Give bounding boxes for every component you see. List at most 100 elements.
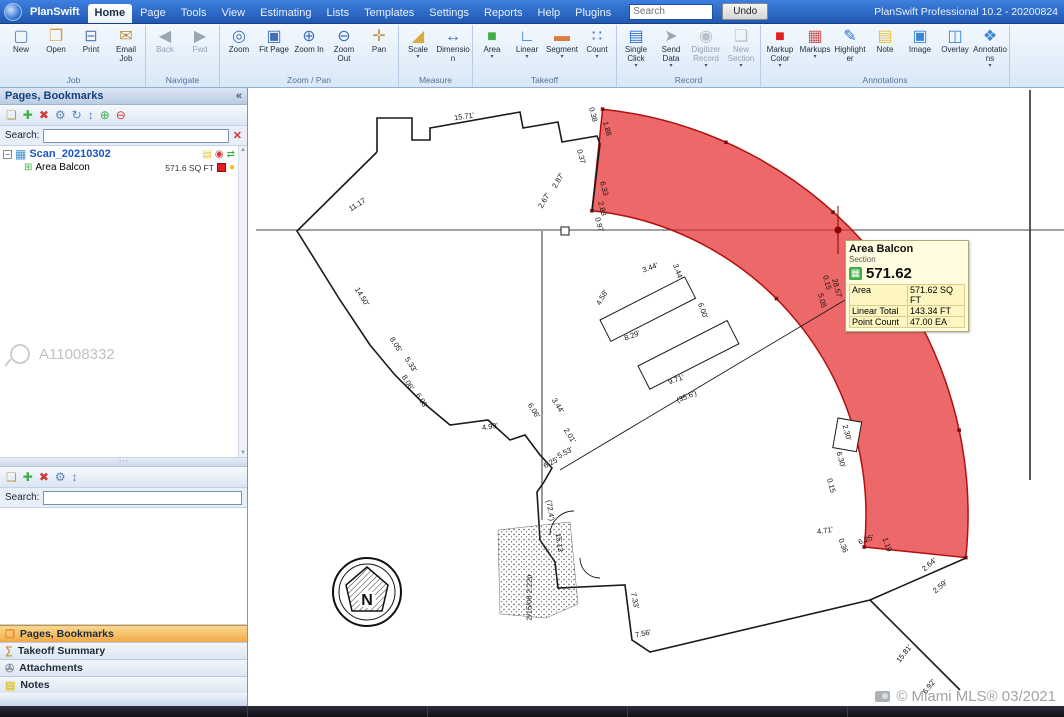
accordion-pages-bookmarks[interactable]: ❐Pages, Bookmarks (0, 625, 247, 642)
tab-plugins[interactable]: Plugins (568, 4, 618, 23)
single-click-button[interactable]: ▤Single Click▾ (619, 25, 653, 69)
sheet-icon[interactable]: ▤ (202, 149, 211, 160)
clear-search-icon[interactable]: ✕ (233, 129, 242, 142)
chevron-down-icon: ▾ (560, 55, 563, 60)
markup-color-button[interactable]: ■Markup Color▾ (763, 25, 797, 69)
sort-icon[interactable]: ↕ (72, 471, 78, 483)
app-menu-planswift[interactable]: PlanSwift (25, 6, 85, 18)
tab-tools[interactable]: Tools (174, 4, 214, 23)
tab-templates[interactable]: Templates (357, 4, 421, 23)
tab-reports[interactable]: Reports (477, 4, 530, 23)
tab-home[interactable]: Home (88, 4, 133, 23)
open-button[interactable]: ❐Open (39, 25, 73, 55)
pages-search-input[interactable] (43, 129, 228, 143)
note-button[interactable]: ▤Note (868, 25, 902, 55)
ribbon-group-label: Takeoff (475, 74, 614, 87)
new-section-label: New Section (724, 46, 758, 64)
new-button[interactable]: ▢New (4, 25, 38, 55)
plan-canvas[interactable]: N 15.71'0.380.371.886.332.830.972.87'2.6… (248, 88, 1064, 706)
delete-icon[interactable]: ✖ (39, 471, 49, 483)
markups-icon: ▦ (807, 27, 822, 46)
highlighter-button[interactable]: ✎Highlighter (833, 25, 867, 64)
tab-lists[interactable]: Lists (319, 4, 356, 23)
image-button[interactable]: ▣Image (903, 25, 937, 55)
status-bar (0, 706, 1064, 717)
email-job-button[interactable]: ✉Email Job (109, 25, 143, 64)
single-click-icon: ▤ (628, 27, 643, 46)
tree-row-area-balcon[interactable]: ⊞ Area Balcon 571.6 SQ FT ● (0, 161, 247, 174)
sort-icon[interactable]: ↕ (88, 109, 94, 121)
tooltip-row-value: 571.62 SQ FT (908, 285, 964, 305)
attachments-icon: ✇ (5, 662, 14, 675)
annotations-button[interactable]: ❖Annotations▾ (973, 25, 1007, 69)
new-folder-icon[interactable]: ❏ (6, 109, 17, 121)
pan-button[interactable]: ✛Pan (362, 25, 396, 55)
area-button[interactable]: ■Area▾ (475, 25, 509, 60)
title-bar: PlanSwift HomePageToolsViewEstimatingLis… (0, 0, 1064, 24)
add-icon[interactable]: ✚ (23, 109, 33, 121)
pan-icon: ✛ (372, 27, 385, 46)
image-label: Image (909, 46, 931, 55)
scroll-down-icon[interactable]: ▼ (240, 450, 246, 456)
titlebar-search-input[interactable] (629, 4, 713, 20)
tree-scrollbar[interactable]: ▲ ▼ (238, 146, 247, 457)
chevron-down-icon: ▾ (525, 55, 528, 60)
accordion-attachments[interactable]: ✇Attachments (0, 659, 247, 676)
panel-splitter[interactable]: ⋯ (0, 458, 247, 467)
collapse-expander-icon[interactable]: − (3, 150, 12, 159)
dimension-button[interactable]: ↔Dimension (436, 25, 470, 64)
note-label: Note (877, 46, 894, 55)
accordion-takeoff-summary[interactable]: ∑Takeoff Summary (0, 642, 247, 659)
zoom-in-button[interactable]: ⊕Zoom In (292, 25, 326, 55)
print-button[interactable]: ⊟Print (74, 25, 108, 55)
bookmarks-search-row: Search: (0, 488, 247, 508)
add-icon[interactable]: ✚ (23, 471, 33, 483)
tab-page[interactable]: Page (133, 4, 173, 23)
chevron-down-icon: ▾ (416, 55, 419, 60)
refresh-icon[interactable]: ↻ (72, 109, 82, 121)
count-button[interactable]: ∷Count▾ (580, 25, 614, 60)
wall-detail (561, 227, 569, 235)
linear-button[interactable]: ∟Linear▾ (510, 25, 544, 60)
undo-button[interactable]: Undo (722, 3, 768, 20)
gear-icon[interactable]: ⚙ (55, 109, 66, 121)
overlay-button[interactable]: ◫Overlay (938, 25, 972, 55)
scale-button[interactable]: ◢Scale▾ (401, 25, 435, 60)
fit-page-button[interactable]: ▣Fit Page (257, 25, 291, 55)
tab-view[interactable]: View (214, 4, 252, 23)
remove-circle-icon[interactable]: ⊖ (116, 109, 126, 121)
tab-estimating[interactable]: Estimating (253, 4, 318, 23)
takeoff-color-swatch[interactable] (217, 163, 226, 172)
new-folder-icon[interactable]: ❏ (6, 471, 17, 483)
accordion-notes[interactable]: ▤Notes (0, 676, 247, 693)
zoom-out-icon: ⊖ (337, 27, 350, 46)
ribbon-group: ▢New❐Open⊟Print✉Email JobJob (2, 25, 146, 87)
bookmarks-search-input[interactable] (43, 491, 242, 505)
lightbulb-icon[interactable]: ● (229, 162, 235, 173)
zoom-button[interactable]: ◎Zoom (222, 25, 256, 55)
chevron-down-icon: ▾ (778, 64, 781, 69)
sync-icon[interactable]: ⇄ (227, 149, 235, 160)
segment-button[interactable]: ▬Segment▾ (545, 25, 579, 60)
collapse-panel-icon[interactable]: « (236, 90, 242, 102)
open-icon: ❐ (49, 27, 63, 46)
tooltip-row-label: Linear Total (850, 306, 908, 316)
markups-button[interactable]: ▦Markups▾ (798, 25, 832, 60)
takeoff-item-label: Area Balcon (35, 162, 89, 173)
area-balcon-region[interactable] (592, 109, 968, 557)
email-job-label: Email Job (109, 46, 143, 64)
add-circle-icon[interactable]: ⊕ (100, 109, 110, 121)
tooltip-value: 571.62 (866, 265, 912, 282)
scroll-up-icon[interactable]: ▲ (240, 147, 246, 153)
tree-row-scan[interactable]: − ▦ Scan_20210302 ▤◉⇄ (0, 146, 247, 161)
zoom-out-button[interactable]: ⊖Zoom Out (327, 25, 361, 64)
exterior-wall (870, 600, 960, 690)
tab-help[interactable]: Help (531, 4, 568, 23)
gear-icon[interactable]: ⚙ (55, 471, 66, 483)
count-icon: ∷ (592, 27, 602, 46)
status-segment (0, 706, 248, 717)
tab-settings[interactable]: Settings (422, 4, 476, 23)
send-data-button[interactable]: ➤Send Data▾ (654, 25, 688, 69)
delete-icon[interactable]: ✖ (39, 109, 49, 121)
record-icon[interactable]: ◉ (215, 149, 224, 160)
